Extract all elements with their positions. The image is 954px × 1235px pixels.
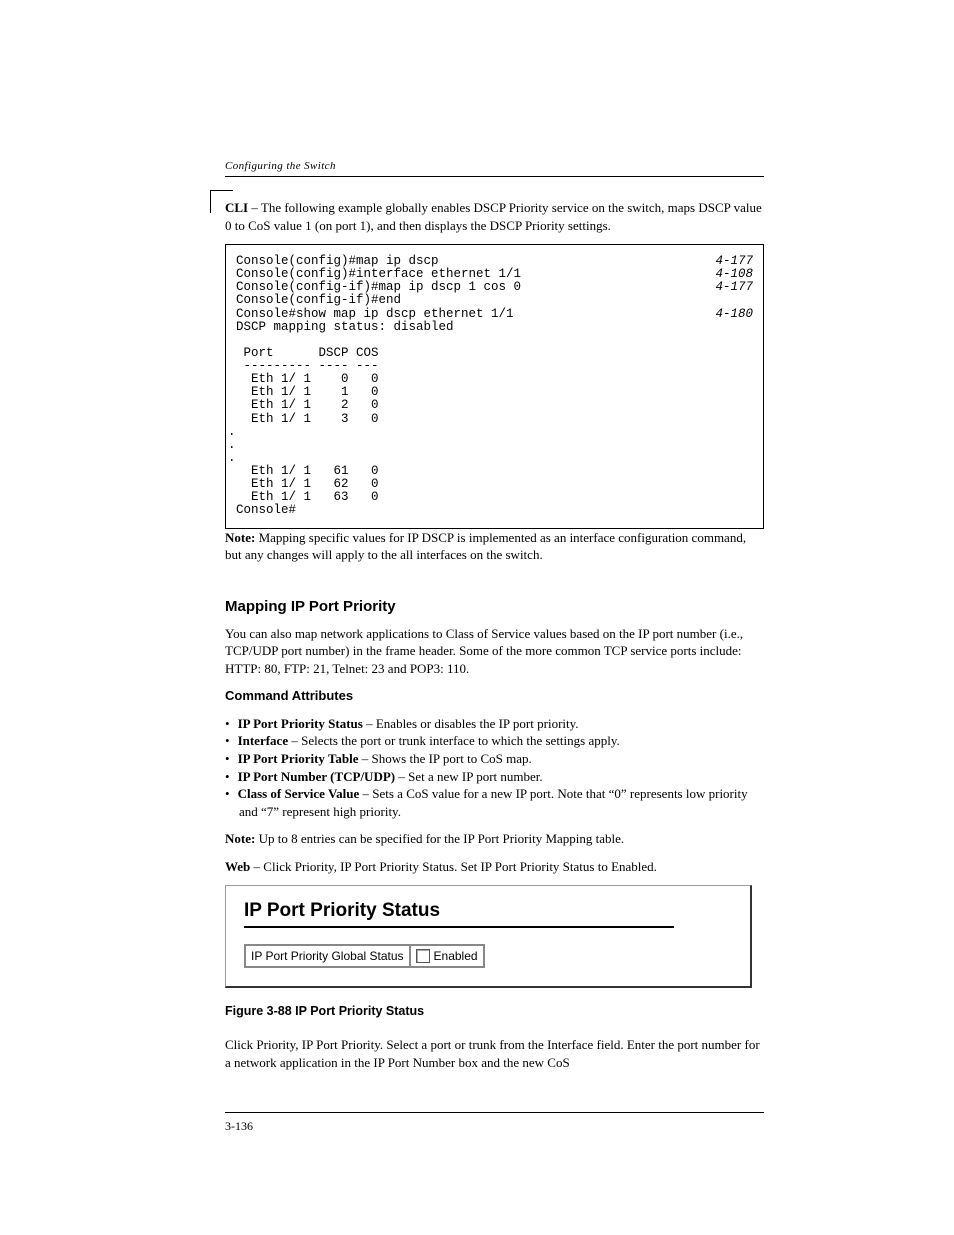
section-paragraph-1: You can also map network applications to… [225, 625, 764, 678]
note-paragraph: Note: Mapping specific values for IP DSC… [225, 529, 764, 564]
checkbox-label: Enabled [434, 949, 478, 963]
cli-output-box: Console(config)#map ip dscp4-177Console(… [225, 244, 764, 529]
figure-caption: Figure 3-88 IP Port Priority Status [225, 1004, 764, 1018]
cli-intro-paragraph: CLI – The following example globally ena… [225, 199, 764, 234]
list-item: IP Port Priority Table – Shows the IP po… [225, 750, 764, 768]
list-item: IP Port Number (TCP/UDP) – Set a new IP … [225, 768, 764, 786]
page-number: 3-136 [225, 1119, 253, 1133]
page-footer: 3-136 [225, 1112, 764, 1135]
status-checkbox-cell[interactable]: Enabled [410, 945, 484, 967]
enabled-checkbox[interactable] [416, 949, 430, 963]
command-attributes-heading: Command Attributes [225, 687, 764, 705]
web-instruction-1: Web – Click Priority, IP Port Priority S… [225, 858, 764, 876]
running-header: Configuring the Switch [225, 160, 764, 172]
attribute-list: IP Port Priority Status – Enables or dis… [225, 715, 764, 820]
trailing-paragraph: Click Priority, IP Port Priority. Select… [225, 1036, 764, 1071]
status-label-cell: IP Port Priority Global Status [245, 945, 410, 967]
header-rule [225, 176, 764, 177]
panel-rule [244, 926, 674, 928]
ip-port-priority-status-panel: IP Port Priority Status IP Port Priority… [225, 885, 752, 988]
note2-paragraph: Note: Up to 8 entries can be specified f… [225, 830, 764, 848]
status-table: IP Port Priority Global Status Enabled [244, 944, 485, 968]
panel-title: IP Port Priority Status [244, 900, 732, 922]
list-item: Class of Service Value – Sets a CoS valu… [225, 785, 764, 820]
page-body: Configuring the Switch CLI – The followi… [225, 160, 764, 1081]
section-heading: Mapping IP Port Priority [225, 598, 764, 615]
list-item: IP Port Priority Status – Enables or dis… [225, 715, 764, 733]
list-item: Interface – Selects the port or trunk in… [225, 732, 764, 750]
